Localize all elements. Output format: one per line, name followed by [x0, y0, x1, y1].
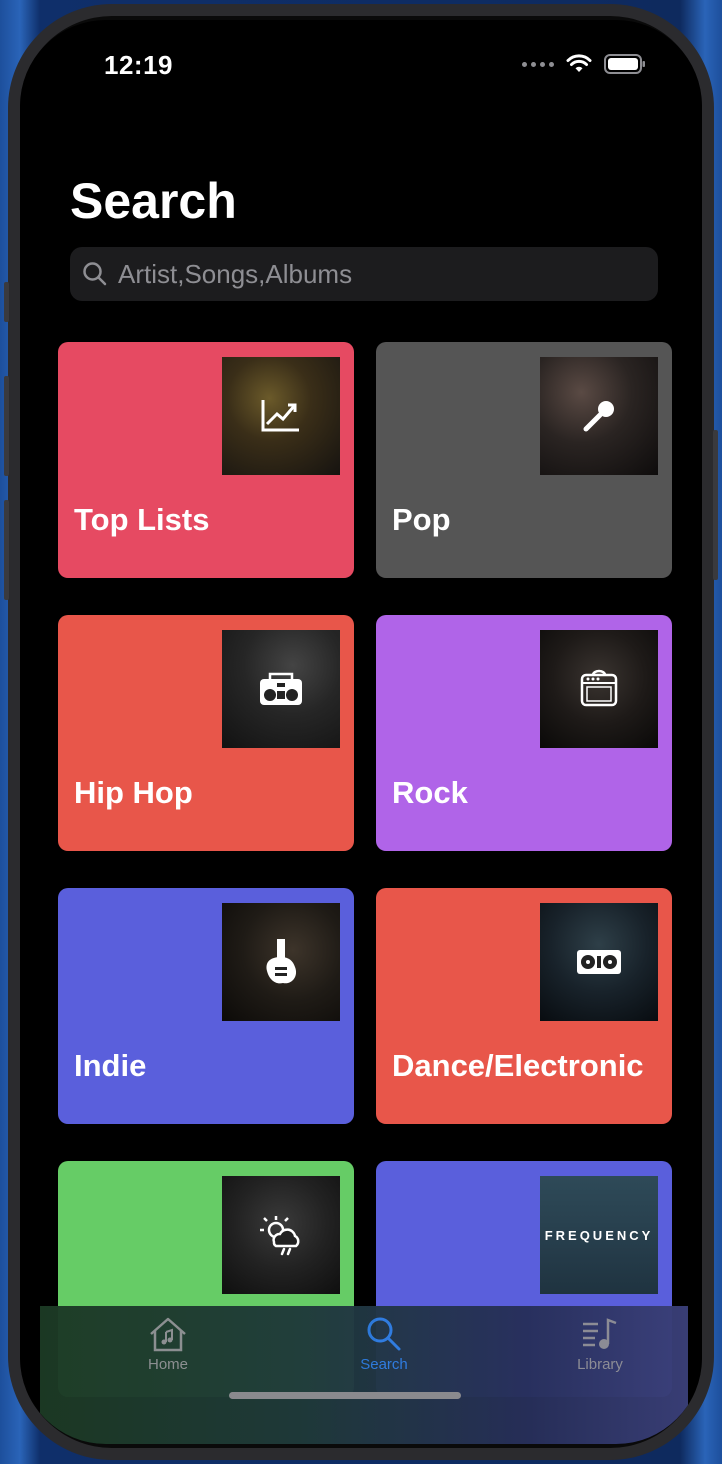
boombox-icon: [260, 672, 302, 705]
tab-label: Home: [147, 1356, 188, 1373]
category-artwork: [222, 903, 340, 1021]
category-tile-hip-hop[interactable]: Hip Hop: [58, 615, 354, 851]
tab-search[interactable]: Search: [324, 1316, 444, 1373]
chart-trend-icon: [261, 400, 299, 432]
category-artwork: [222, 1176, 340, 1294]
category-tile-dance-electronic[interactable]: Dance/Electronic: [376, 888, 672, 1124]
turntable-icon: [577, 950, 621, 974]
home-icon: [150, 1317, 186, 1352]
category-grid: Top Lists Pop Hip Hop Rock Indie Dance/E…: [58, 342, 672, 1397]
status-time: 12:19: [104, 50, 173, 80]
category-artwork: [222, 357, 340, 475]
library-icon: [583, 1318, 617, 1349]
tab-label: Library: [577, 1356, 623, 1373]
status-icons: [522, 54, 646, 74]
category-artwork: [540, 630, 658, 748]
category-artwork: [222, 630, 340, 748]
microphone-icon: [583, 401, 614, 432]
search-bar[interactable]: [70, 247, 658, 301]
electric-guitar-icon: [266, 939, 297, 984]
category-artwork: [540, 357, 658, 475]
category-tile-pop[interactable]: Pop: [376, 342, 672, 578]
category-label: Indie: [74, 1048, 147, 1083]
tab-home[interactable]: Home: [108, 1316, 228, 1373]
tab-bar: Home Search Library: [40, 1306, 688, 1444]
category-tile-rock[interactable]: Rock: [376, 615, 672, 851]
search-icon: [367, 1317, 401, 1351]
frequency-logo: FREQUENCY: [544, 1227, 654, 1243]
signal-dots-icon: [522, 61, 554, 67]
category-label: Pop: [392, 502, 451, 537]
tab-library[interactable]: Library: [540, 1316, 660, 1373]
wifi-icon: [566, 54, 592, 72]
side-button: [4, 376, 9, 476]
category-artwork: [540, 903, 658, 1021]
battery-icon: [604, 54, 645, 74]
app-screen: 12:19 Search Artist,Songs,Albums Top Lis…: [20, 20, 702, 1444]
side-button: [4, 500, 9, 600]
category-label: Hip Hop: [74, 775, 193, 810]
search-input[interactable]: [116, 257, 640, 291]
amplifier-icon: [580, 669, 618, 707]
weather-icon: [260, 1216, 300, 1256]
category-artwork: FREQUENCY: [540, 1176, 658, 1294]
category-tile-indie[interactable]: Indie: [58, 888, 354, 1124]
home-indicator[interactable]: [229, 1392, 461, 1399]
category-tile-top-lists[interactable]: Top Lists: [58, 342, 354, 578]
side-button: [713, 430, 718, 580]
tab-label: Search: [360, 1356, 408, 1373]
category-label: Dance/Electronic: [392, 1048, 644, 1083]
category-label: Rock: [392, 775, 468, 810]
category-label: Top Lists: [74, 502, 210, 537]
search-icon: [83, 262, 107, 286]
side-button: [4, 282, 9, 322]
page-title: Search: [70, 173, 237, 229]
